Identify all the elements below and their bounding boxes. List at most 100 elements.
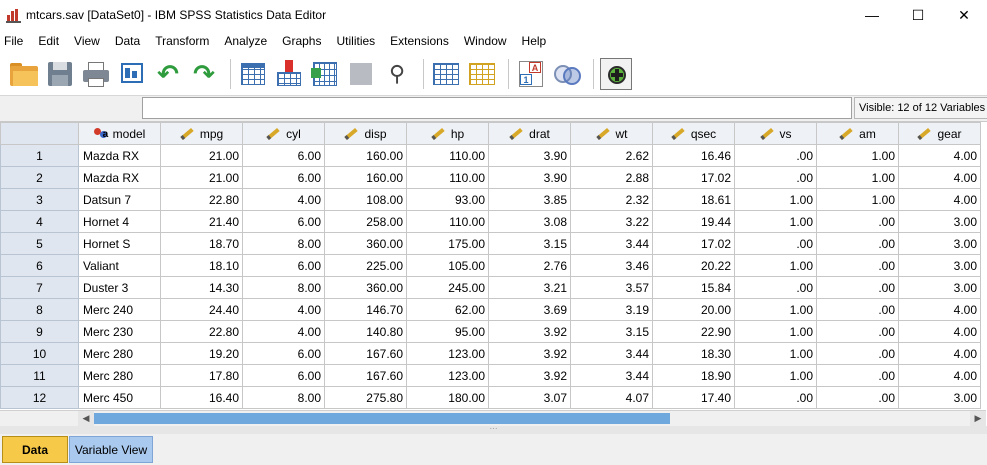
cell-model[interactable]: Merc 450 bbox=[78, 386, 161, 409]
row-number[interactable]: 3 bbox=[0, 188, 79, 211]
cell-qsec[interactable]: 17.40 bbox=[652, 386, 735, 409]
grid-corner[interactable] bbox=[0, 122, 79, 145]
cell-cyl[interactable]: 6.00 bbox=[242, 342, 325, 365]
cell-mpg[interactable]: 22.80 bbox=[160, 188, 243, 211]
cell-gear[interactable]: 4.00 bbox=[898, 364, 981, 387]
cell-vs[interactable]: 1.00 bbox=[734, 364, 817, 387]
cell-wt[interactable]: 3.57 bbox=[570, 276, 653, 299]
cell-hp[interactable]: 110.00 bbox=[406, 210, 489, 233]
cell-vs[interactable]: .00 bbox=[734, 144, 817, 167]
cell-mpg[interactable]: 24.40 bbox=[160, 298, 243, 321]
menu-extensions[interactable]: Extensions bbox=[386, 30, 460, 52]
cell-gear[interactable]: 3.00 bbox=[898, 210, 981, 233]
column-header-am[interactable]: am bbox=[816, 122, 899, 145]
cell-am[interactable]: .00 bbox=[816, 210, 899, 233]
cell-hp[interactable]: 123.00 bbox=[406, 342, 489, 365]
cell-hp[interactable]: 245.00 bbox=[406, 276, 489, 299]
cell-gear[interactable]: 4.00 bbox=[898, 298, 981, 321]
cell-disp[interactable]: 140.80 bbox=[324, 320, 407, 343]
cell-qsec[interactable]: 18.30 bbox=[652, 342, 735, 365]
cell-model[interactable]: Merc 230 bbox=[78, 320, 161, 343]
cell-cyl[interactable]: 6.00 bbox=[242, 210, 325, 233]
cell-am[interactable]: .00 bbox=[816, 254, 899, 277]
cell-drat[interactable]: 3.15 bbox=[488, 232, 571, 255]
use-sets-icon[interactable] bbox=[551, 58, 583, 90]
cell-cyl[interactable]: 6.00 bbox=[242, 166, 325, 189]
cell-vs[interactable]: .00 bbox=[734, 276, 817, 299]
cell-mpg[interactable]: 18.70 bbox=[160, 232, 243, 255]
cell-mpg[interactable]: 18.10 bbox=[160, 254, 243, 277]
goto-case-icon[interactable] bbox=[237, 58, 269, 90]
cell-hp[interactable]: 95.00 bbox=[406, 320, 489, 343]
cell-disp[interactable]: 258.00 bbox=[324, 210, 407, 233]
minimize-button[interactable]: — bbox=[849, 0, 895, 30]
cell-vs[interactable]: .00 bbox=[734, 386, 817, 409]
save-icon[interactable] bbox=[44, 58, 76, 90]
cell-cyl[interactable]: 4.00 bbox=[242, 298, 325, 321]
cell-value-input[interactable] bbox=[142, 97, 852, 119]
cell-mpg[interactable]: 21.00 bbox=[160, 166, 243, 189]
cell-qsec[interactable]: 22.90 bbox=[652, 320, 735, 343]
cell-qsec[interactable]: 17.02 bbox=[652, 232, 735, 255]
cell-vs[interactable]: 1.00 bbox=[734, 188, 817, 211]
cell-disp[interactable]: 225.00 bbox=[324, 254, 407, 277]
cell-cyl[interactable]: 8.00 bbox=[242, 386, 325, 409]
cell-mpg[interactable]: 22.80 bbox=[160, 320, 243, 343]
cell-drat[interactable]: 3.92 bbox=[488, 342, 571, 365]
cell-disp[interactable]: 146.70 bbox=[324, 298, 407, 321]
scroll-left-icon[interactable]: ◀ bbox=[78, 411, 94, 426]
row-number[interactable]: 1 bbox=[0, 144, 79, 167]
column-header-vs[interactable]: vs bbox=[734, 122, 817, 145]
menu-data[interactable]: Data bbox=[111, 30, 151, 52]
value-labels-icon[interactable]: A1 bbox=[515, 58, 547, 90]
cell-hp[interactable]: 105.00 bbox=[406, 254, 489, 277]
column-header-mpg[interactable]: mpg bbox=[160, 122, 243, 145]
row-number[interactable]: 11 bbox=[0, 364, 79, 387]
cell-hp[interactable]: 123.00 bbox=[406, 364, 489, 387]
cell-model[interactable]: Datsun 7 bbox=[78, 188, 161, 211]
cell-wt[interactable]: 3.44 bbox=[570, 364, 653, 387]
cell-model[interactable]: Merc 280 bbox=[78, 364, 161, 387]
cell-vs[interactable]: 1.00 bbox=[734, 210, 817, 233]
tab-data-view[interactable]: Data View bbox=[2, 436, 68, 463]
redo-icon[interactable]: ↷ bbox=[188, 58, 220, 90]
weight-cases-icon[interactable] bbox=[466, 58, 498, 90]
cell-wt[interactable]: 3.19 bbox=[570, 298, 653, 321]
cell-hp[interactable]: 175.00 bbox=[406, 232, 489, 255]
cell-mpg[interactable]: 21.40 bbox=[160, 210, 243, 233]
menu-analyze[interactable]: Analyze bbox=[220, 30, 278, 52]
cell-mpg[interactable]: 19.20 bbox=[160, 342, 243, 365]
cell-wt[interactable]: 3.44 bbox=[570, 342, 653, 365]
cell-vs[interactable]: 1.00 bbox=[734, 298, 817, 321]
cell-cyl[interactable]: 8.00 bbox=[242, 276, 325, 299]
cell-drat[interactable]: 3.08 bbox=[488, 210, 571, 233]
menu-window[interactable]: Window bbox=[460, 30, 518, 52]
cell-vs[interactable]: 1.00 bbox=[734, 254, 817, 277]
cell-hp[interactable]: 110.00 bbox=[406, 144, 489, 167]
menu-transform[interactable]: Transform bbox=[151, 30, 220, 52]
cell-am[interactable]: .00 bbox=[816, 364, 899, 387]
cell-am[interactable]: 1.00 bbox=[816, 166, 899, 189]
cell-cyl[interactable]: 4.00 bbox=[242, 320, 325, 343]
cell-model[interactable]: Mazda RX bbox=[78, 144, 161, 167]
insert-variable-icon[interactable] bbox=[309, 58, 341, 90]
cell-mpg[interactable]: 14.30 bbox=[160, 276, 243, 299]
row-number[interactable]: 2 bbox=[0, 166, 79, 189]
menu-file[interactable]: File bbox=[0, 30, 34, 52]
column-header-gear[interactable]: gear bbox=[898, 122, 981, 145]
cell-disp[interactable]: 160.00 bbox=[324, 144, 407, 167]
cell-cyl[interactable]: 6.00 bbox=[242, 144, 325, 167]
cell-am[interactable]: 1.00 bbox=[816, 144, 899, 167]
tab-variable-view[interactable]: Variable View bbox=[69, 436, 153, 463]
cell-disp[interactable]: 360.00 bbox=[324, 276, 407, 299]
extension-icon[interactable] bbox=[600, 57, 632, 90]
cell-wt[interactable]: 2.32 bbox=[570, 188, 653, 211]
row-number[interactable]: 10 bbox=[0, 342, 79, 365]
cell-hp[interactable]: 93.00 bbox=[406, 188, 489, 211]
cell-am[interactable]: .00 bbox=[816, 342, 899, 365]
row-number[interactable]: 12 bbox=[0, 386, 79, 409]
column-header-wt[interactable]: wt bbox=[570, 122, 653, 145]
cell-qsec[interactable]: 17.02 bbox=[652, 166, 735, 189]
cell-qsec[interactable]: 20.22 bbox=[652, 254, 735, 277]
cell-model[interactable]: Hornet S bbox=[78, 232, 161, 255]
